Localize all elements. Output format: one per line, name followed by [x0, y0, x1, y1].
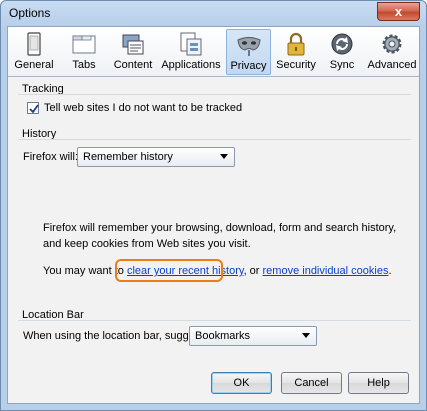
sync-icon	[331, 33, 353, 55]
ok-button[interactable]: OK	[211, 372, 272, 394]
close-icon: x	[394, 4, 403, 19]
title-bar: Options x	[1, 1, 426, 26]
tabs-icon	[72, 35, 96, 54]
history-mode-dropdown[interactable]: Remember history	[77, 147, 235, 167]
tab-content-label: Content	[113, 59, 153, 71]
clear-suffix: .	[388, 265, 392, 277]
suggest-dropdown[interactable]: Bookmarks	[189, 326, 317, 346]
chevron-down-icon	[220, 154, 228, 159]
tab-tabs[interactable]: Tabs	[68, 29, 100, 75]
remove-individual-cookies-link[interactable]: remove individual cookies	[263, 265, 389, 277]
history-description: Firefox will remember your browsing, dow…	[43, 222, 397, 250]
options-content: General Tabs Content Applications Privac…	[7, 26, 420, 404]
tab-content[interactable]: Content	[110, 29, 156, 75]
tab-sync-label: Sync	[329, 59, 355, 71]
tab-security[interactable]: Security	[276, 29, 316, 75]
clear-history-line: You may want to clear your recent histor…	[43, 263, 403, 279]
clear-middle: , or	[243, 265, 263, 277]
content-icon	[122, 34, 144, 55]
options-window: Options x General Tabs Content Applicati…	[0, 0, 427, 411]
suggest-label: When using the location bar, suggest:	[23, 330, 207, 342]
tracking-divider	[18, 94, 411, 95]
firefox-will-label: Firefox will:	[23, 151, 79, 163]
chevron-down-icon	[302, 333, 310, 338]
history-divider	[18, 139, 411, 140]
tab-applications-label: Applications	[161, 59, 221, 71]
general-icon	[27, 32, 41, 56]
tab-privacy-label: Privacy	[230, 60, 267, 72]
location-bar-divider	[18, 320, 411, 321]
do-not-track-checkbox[interactable]	[27, 102, 39, 114]
tab-privacy[interactable]: Privacy	[226, 29, 271, 75]
tab-general-label: General	[14, 59, 54, 71]
privacy-mask-icon	[236, 37, 261, 56]
gear-icon	[382, 34, 402, 54]
suggest-value: Bookmarks	[195, 330, 251, 342]
tab-general[interactable]: General	[14, 29, 54, 75]
checkmark-icon	[29, 104, 39, 114]
do-not-track-label: Tell web sites I do not want to be track…	[44, 102, 243, 114]
cancel-button[interactable]: Cancel	[281, 372, 342, 394]
window-title: Options	[9, 6, 51, 20]
category-toolbar: General Tabs Content Applications Privac…	[8, 27, 419, 77]
tab-advanced[interactable]: Advanced	[367, 29, 417, 75]
applications-icon	[180, 32, 202, 56]
highlight-annotation	[115, 259, 223, 282]
help-button[interactable]: Help	[348, 372, 409, 394]
tab-applications[interactable]: Applications	[161, 29, 221, 75]
tab-tabs-label: Tabs	[72, 59, 96, 71]
tab-advanced-label: Advanced	[367, 59, 417, 71]
lock-icon	[287, 32, 305, 56]
tab-security-label: Security	[276, 59, 316, 71]
close-button[interactable]: x	[377, 2, 420, 21]
history-mode-value: Remember history	[83, 151, 173, 163]
tab-sync[interactable]: Sync	[326, 29, 358, 75]
